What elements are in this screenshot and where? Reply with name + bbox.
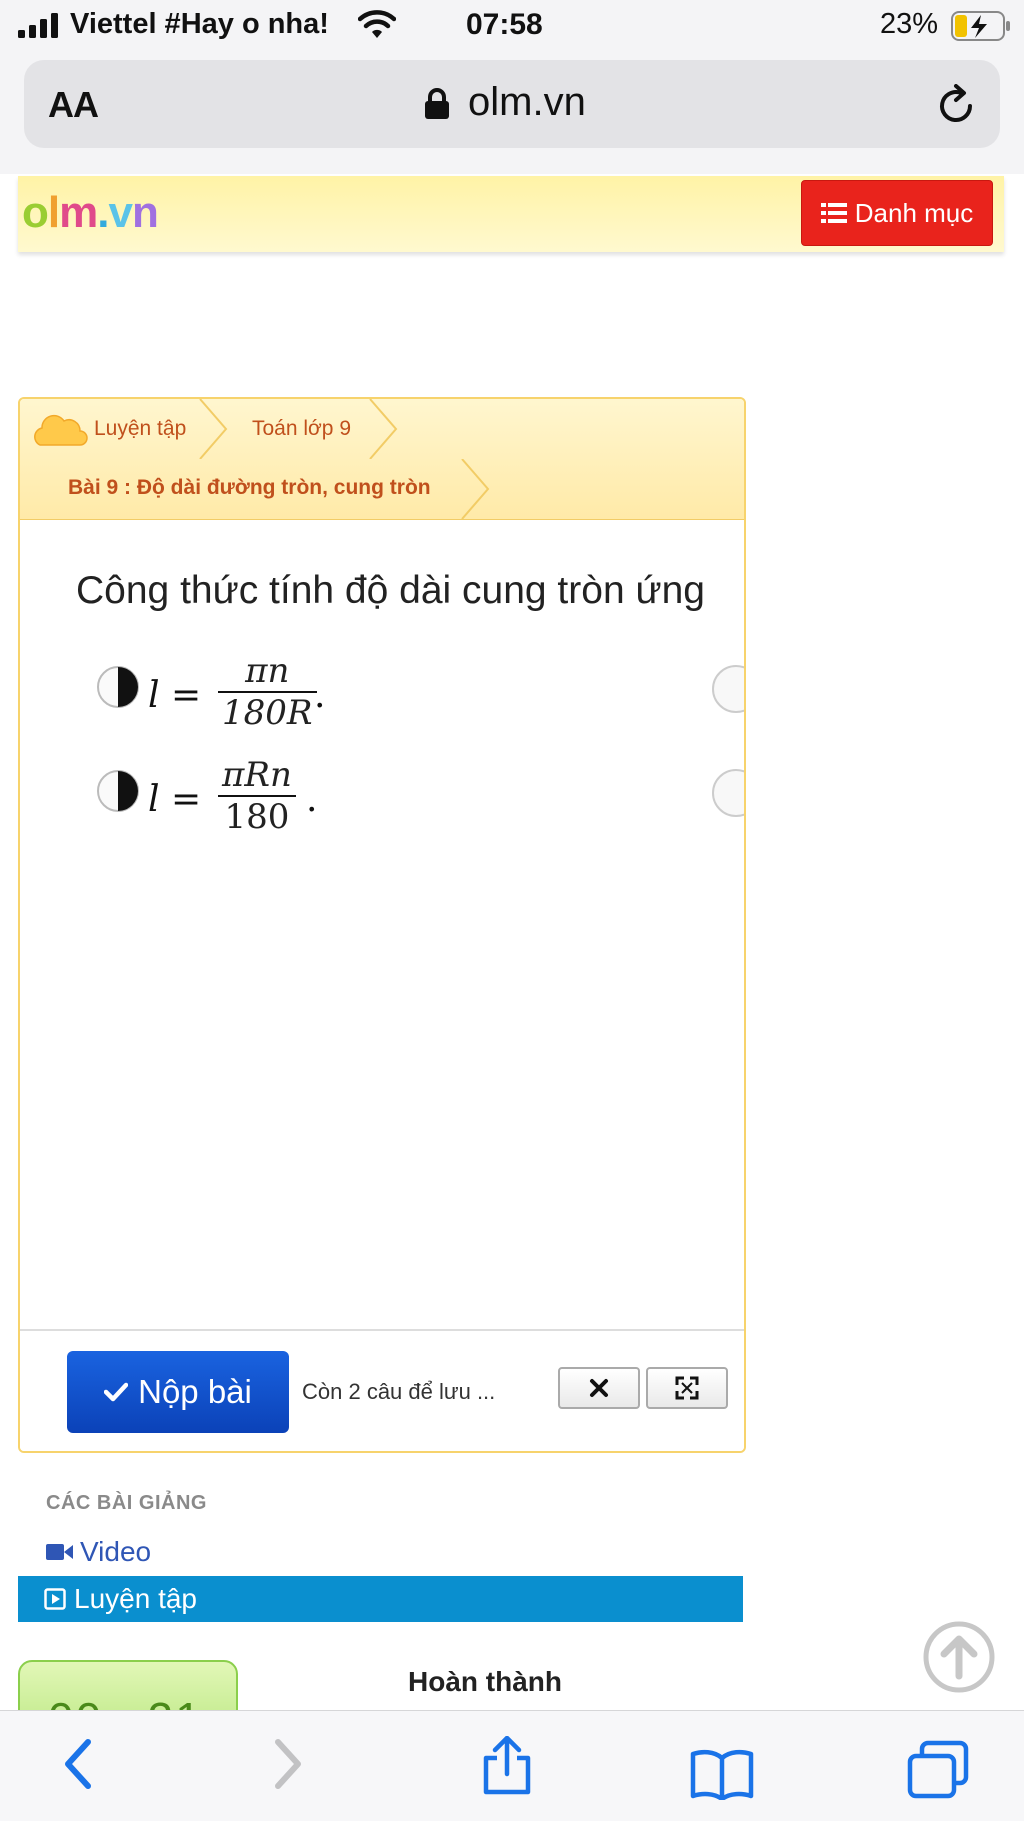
wifi-icon xyxy=(358,10,396,38)
option-2-numerator: πRn xyxy=(222,755,292,795)
carrier-name: Viettel #Hay o nha! xyxy=(70,8,329,40)
option-1-fraction: πn 180R xyxy=(218,651,317,733)
close-button[interactable] xyxy=(558,1367,640,1409)
category-menu-button[interactable]: Danh mục xyxy=(801,180,993,246)
question-text: Công thức tính độ dài cung tròn ứng xyxy=(76,569,705,612)
expand-icon xyxy=(675,1376,699,1400)
reload-icon[interactable] xyxy=(934,84,978,128)
clock-time: 07:58 xyxy=(466,8,543,41)
cloud-icon xyxy=(34,414,88,446)
lock-icon xyxy=(425,88,449,119)
breadcrumb: Luyện tập Toán lớp 9 Bài 9 : Độ dài đườn… xyxy=(20,399,744,520)
breadcrumb-separator-icon xyxy=(369,399,398,459)
completion-label: Hoàn thành xyxy=(408,1666,562,1697)
share-icon[interactable] xyxy=(480,1736,534,1796)
cellular-signal-icon xyxy=(18,13,58,38)
video-link[interactable]: Video xyxy=(46,1536,151,1568)
breadcrumb-separator-icon xyxy=(199,399,228,459)
menu-label: Danh mục xyxy=(854,197,974,228)
battery-charging-icon xyxy=(951,11,1010,41)
practice-link[interactable]: Luyện tập xyxy=(18,1576,743,1622)
answer-radio-1[interactable] xyxy=(96,665,140,709)
lesson-card: Luyện tập Toán lớp 9 Bài 9 : Độ dài đườn… xyxy=(18,397,746,1453)
breadcrumb-practice[interactable]: Luyện tập xyxy=(94,417,186,441)
option-1-lhs: l = xyxy=(148,675,202,716)
forward-icon[interactable] xyxy=(268,1736,308,1792)
video-camera-icon xyxy=(46,1544,73,1560)
option-1-denominator: 180R xyxy=(218,691,317,733)
breadcrumb-math-grade9[interactable]: Toán lớp 9 xyxy=(252,417,351,441)
checkmark-icon xyxy=(104,1382,129,1402)
scroll-to-top-icon[interactable] xyxy=(922,1620,996,1694)
option-2-lhs: l = xyxy=(148,779,202,820)
practice-label: Luyện tập xyxy=(74,1583,197,1614)
back-icon[interactable] xyxy=(58,1736,98,1792)
submit-label: Nộp bài xyxy=(138,1373,252,1410)
site-logo[interactable]: olm.vn xyxy=(22,188,159,238)
play-square-icon xyxy=(44,1588,66,1610)
remaining-questions-text: Còn 2 câu để lưu ... xyxy=(302,1379,496,1404)
answer-radio-4[interactable] xyxy=(712,769,744,817)
video-label: Video xyxy=(80,1536,152,1567)
breadcrumb-separator-icon xyxy=(461,459,490,519)
lectures-section-title: CÁC BÀI GIẢNG xyxy=(46,1492,207,1514)
tabs-icon[interactable] xyxy=(906,1740,970,1800)
breadcrumb-lesson-title[interactable]: Bài 9 : Độ dài đường tròn, cung tròn xyxy=(68,476,431,500)
answer-radio-2[interactable] xyxy=(96,769,140,813)
option-1-numerator: πn xyxy=(245,651,290,691)
option-2-denominator: 180 xyxy=(218,795,296,837)
url-domain[interactable]: olm.vn xyxy=(468,80,586,125)
bookmarks-icon[interactable] xyxy=(690,1748,754,1800)
option-1-period: . xyxy=(314,675,326,716)
submit-button[interactable]: Nộp bài xyxy=(67,1351,289,1433)
card-footer: Nộp bài Còn 2 câu để lưu ... xyxy=(20,1329,744,1451)
option-2-fraction: πRn 180 xyxy=(218,755,296,837)
option-2-period: . xyxy=(306,779,318,820)
answer-radio-3[interactable] xyxy=(712,665,744,713)
fullscreen-button[interactable] xyxy=(646,1367,728,1409)
battery-percentage: 23% xyxy=(880,8,939,40)
list-icon xyxy=(820,203,847,223)
close-icon xyxy=(590,1379,608,1397)
text-size-button[interactable]: AA xyxy=(48,84,99,126)
